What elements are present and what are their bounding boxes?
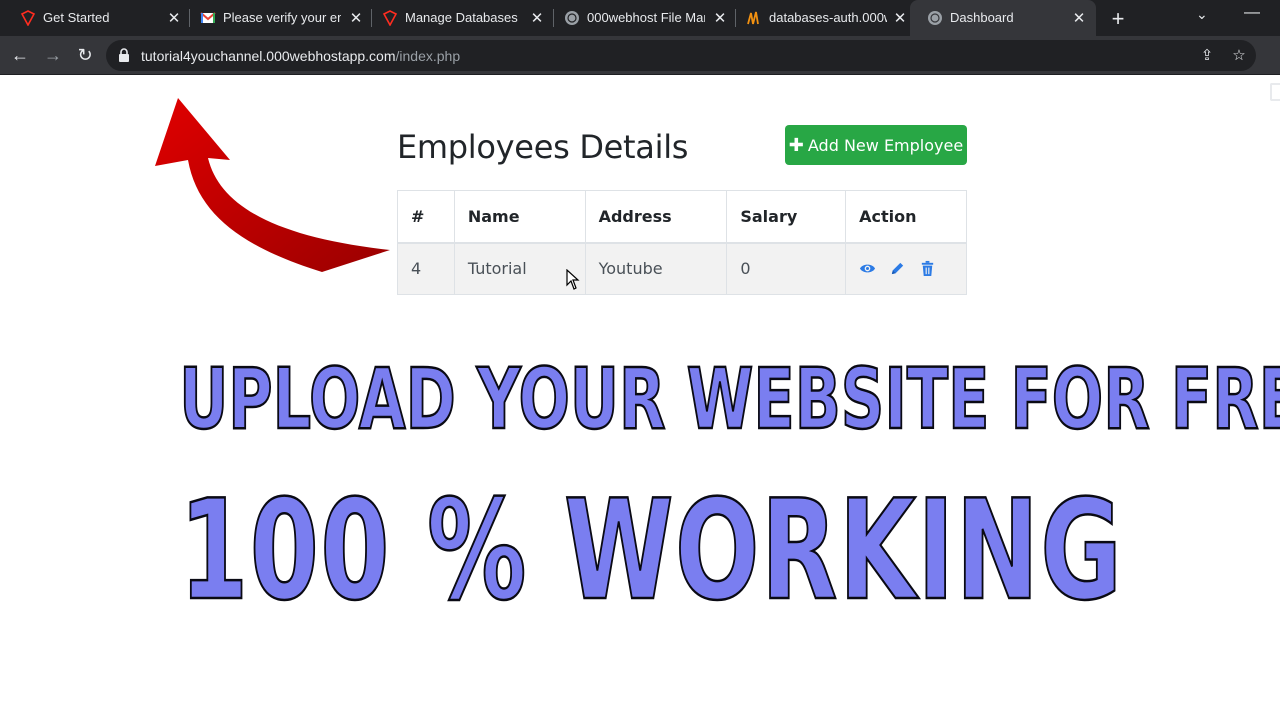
plus-icon: ✚: [788, 134, 804, 156]
delete-icon[interactable]: [919, 260, 936, 277]
laravel-icon: [20, 10, 36, 26]
url-text: tutorial4youchannel.000webhostapp.com/in…: [141, 48, 460, 64]
gmail-icon: [200, 12, 216, 23]
bookmark-star-icon[interactable]: ☆: [1230, 46, 1248, 64]
close-icon[interactable]: ✕: [167, 9, 181, 27]
table-row: 4 Tutorial Youtube 0: [397, 242, 967, 295]
view-icon[interactable]: [859, 260, 876, 277]
url-path: /index.php: [395, 48, 461, 64]
close-icon[interactable]: ✕: [530, 9, 544, 27]
cell-address: Youtube: [584, 242, 728, 295]
header-id: #: [397, 190, 455, 244]
tab-manage-databases[interactable]: Manage Databases ✕: [362, 0, 552, 36]
close-icon[interactable]: ✕: [349, 9, 363, 27]
header-address: Address: [584, 190, 728, 244]
add-new-employee-button[interactable]: ✚ Add New Employee: [785, 125, 967, 165]
tab-title: Manage Databases: [405, 10, 518, 25]
phpmyadmin-icon: [747, 11, 759, 25]
mouse-cursor-icon: [566, 269, 580, 290]
tab-title: Get Started: [43, 10, 110, 25]
address-bar[interactable]: tutorial4youchannel.000webhostapp.com/in…: [106, 40, 1256, 71]
tab-dashboard[interactable]: Dashboard ✕: [910, 0, 1096, 36]
browser-tab-strip: Get Started ✕ Please verify your ema ✕ M…: [0, 0, 1280, 36]
url-host: tutorial4youchannel.000webhostapp.com: [141, 48, 396, 64]
side-panel-icon[interactable]: [1270, 83, 1280, 101]
page-title: Employees Details: [397, 128, 689, 166]
back-arrow-icon[interactable]: ←: [8, 43, 32, 67]
tab-title: 000webhost File Mana: [587, 10, 705, 25]
close-icon[interactable]: ✕: [893, 9, 907, 27]
share-icon[interactable]: ⇪: [1198, 46, 1216, 64]
close-icon[interactable]: ✕: [1072, 9, 1086, 27]
add-button-label: Add New Employee: [807, 135, 964, 155]
tab-title: Please verify your ema: [223, 10, 341, 25]
red-curved-arrow-icon: [155, 98, 390, 272]
subline-banner: 100 % WORKING: [178, 469, 1124, 633]
tab-title: Dashboard: [950, 10, 1014, 25]
table-header-row: # Name Address Salary Action: [397, 190, 967, 244]
tab-phpmyadmin[interactable]: databases-auth.000we ✕: [726, 0, 916, 36]
header-salary: Salary: [726, 190, 847, 244]
lock-icon: [119, 48, 129, 62]
header-action: Action: [845, 190, 967, 244]
close-icon[interactable]: ✕: [713, 9, 727, 27]
laravel-icon: [382, 10, 398, 26]
edit-icon[interactable]: [889, 260, 906, 277]
employees-table: # Name Address Salary Action 4 Tutorial …: [397, 190, 967, 295]
forward-arrow-icon[interactable]: →: [41, 43, 65, 67]
new-tab-plus-icon[interactable]: +: [1108, 6, 1128, 32]
cell-actions: [845, 242, 967, 295]
tab-file-manager[interactable]: 000webhost File Mana ✕: [544, 0, 734, 36]
globe-icon: [928, 11, 942, 25]
headline-banner: UPLOAD YOUR WEBSITE FOR FREE: [178, 349, 1280, 450]
tab-gmail[interactable]: Please verify your ema ✕: [180, 0, 368, 36]
minimize-icon[interactable]: —: [1244, 4, 1260, 22]
tab-get-started[interactable]: Get Started ✕: [0, 0, 188, 36]
globe-icon: [565, 11, 579, 25]
chevron-down-icon[interactable]: ⌄: [1196, 6, 1208, 23]
browser-toolbar: ← → ↻ tutorial4youchannel.000webhostapp.…: [0, 36, 1280, 101]
reload-icon[interactable]: ↻: [73, 43, 97, 67]
cell-salary: 0: [726, 242, 847, 295]
cell-id: 4: [397, 242, 455, 295]
header-name: Name: [453, 190, 586, 244]
tab-title: databases-auth.000we: [769, 10, 887, 25]
